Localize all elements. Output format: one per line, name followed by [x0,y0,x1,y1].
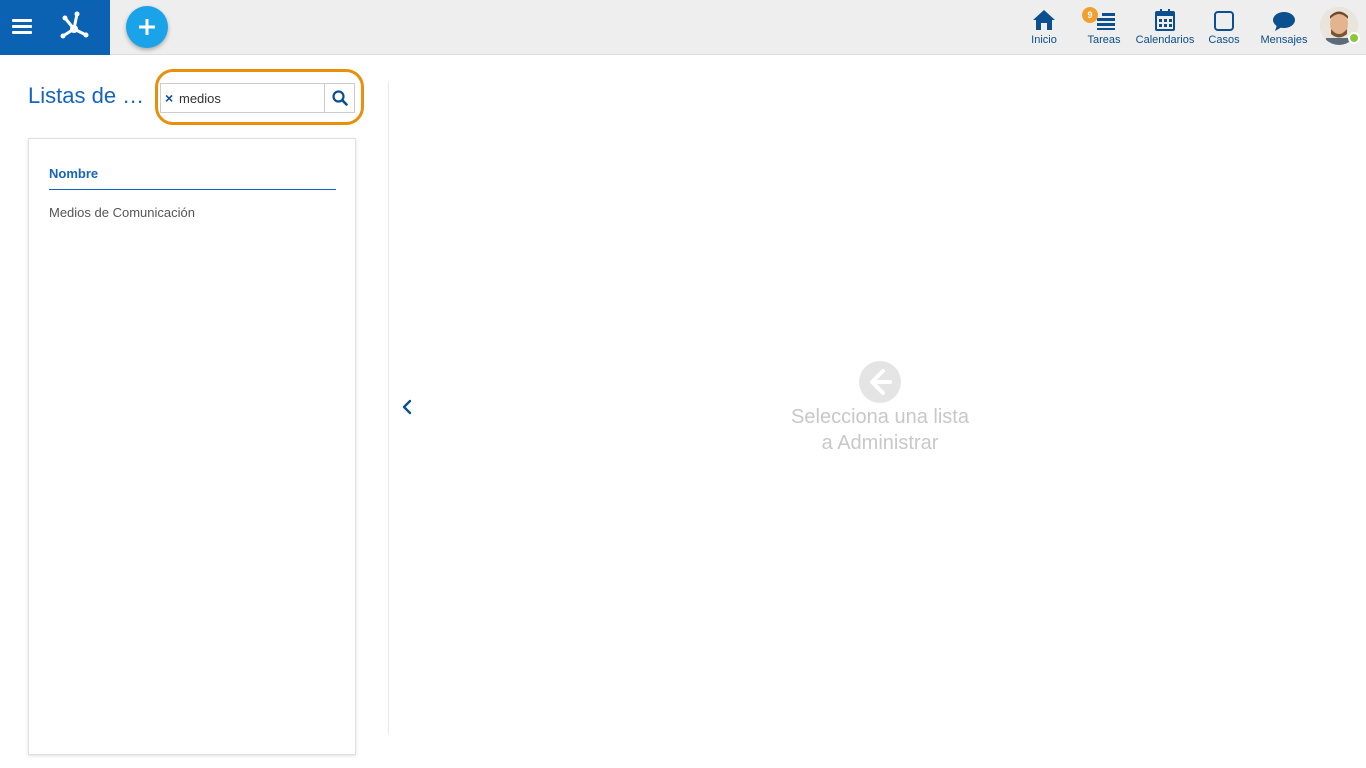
nav-label: Tareas [1087,34,1121,46]
search-box: × [160,83,355,113]
cases-icon [1214,11,1234,31]
nav-label: Inicio [1031,34,1057,46]
hamburger-menu-icon[interactable] [12,16,38,38]
empty-state-message: Selecciona una lista a Administrar [730,404,1030,456]
nav-casos[interactable]: Casos [1202,6,1246,50]
chevron-left-icon[interactable] [400,399,414,415]
nav-mensajes[interactable]: Mensajes [1256,6,1312,50]
empty-state-line-1: Selecciona una lista [791,406,969,428]
nav-calendarios[interactable]: Calendarios [1134,6,1196,50]
lists-panel: Nombre Medios de Comunicación [28,138,356,755]
nav-label: Casos [1208,34,1240,46]
add-button[interactable] [126,6,168,48]
tasks-badge: 9 [1082,7,1098,23]
nav-label: Mensajes [1260,34,1308,46]
panel-divider [388,82,389,734]
clear-search-icon[interactable]: × [165,91,177,105]
nav-tareas[interactable]: 9 Tareas [1082,6,1126,50]
home-icon [1033,10,1055,30]
page-title: Listas de … [28,83,145,108]
plus-icon [139,19,155,35]
search-input[interactable] [179,88,324,108]
calendar-icon [1155,9,1175,31]
empty-state-line-2: a Administrar [821,432,939,454]
messages-icon [1273,12,1295,31]
search-icon [332,90,348,106]
column-header-nombre[interactable]: Nombre [49,166,336,190]
list-item[interactable]: Medios de Comunicación [49,205,336,220]
nav-inicio[interactable]: Inicio [1022,6,1066,50]
brand-block [0,0,110,55]
top-bar: Inicio 9 Tareas Calendarios Casos Mensaj… [0,0,1366,55]
search-button[interactable] [324,84,354,112]
app-logo-icon[interactable] [55,8,93,46]
arrow-left-circle-icon [859,361,901,403]
nav-label: Calendarios [1135,34,1195,46]
online-status-indicator [1348,32,1360,44]
